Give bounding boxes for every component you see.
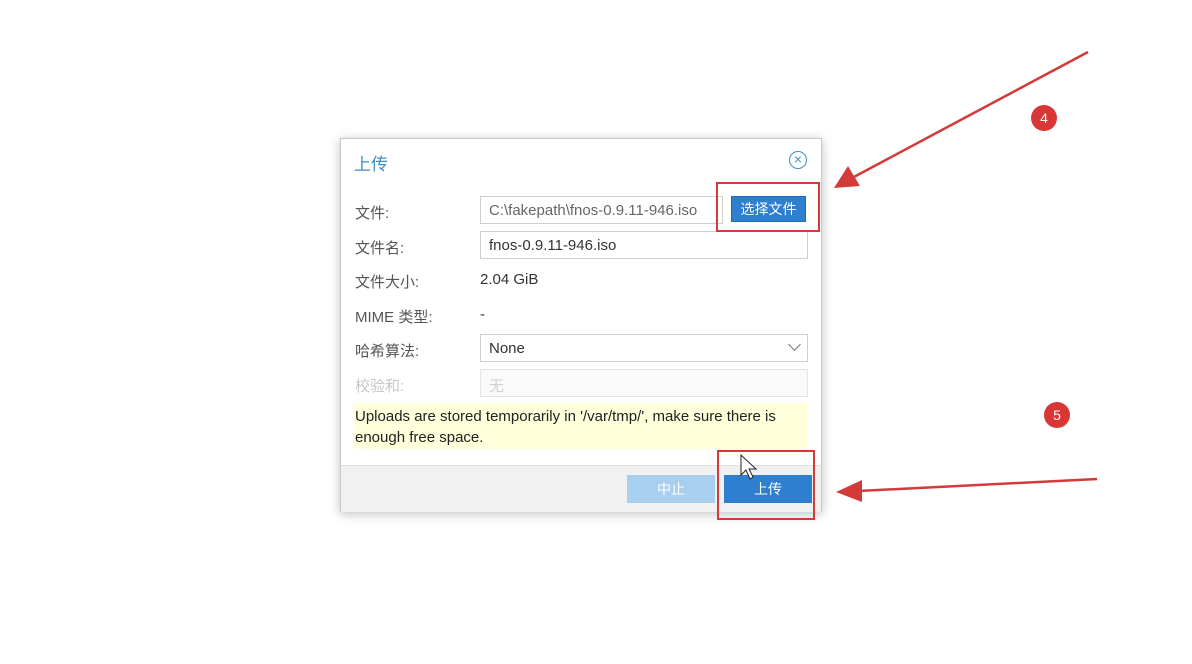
filename-label: 文件名: — [355, 240, 405, 257]
close-icon[interactable]: × — [789, 151, 807, 169]
filesize-row: 文件大小: 2.04 GiB — [355, 265, 810, 293]
hash-label: 哈希算法: — [355, 343, 420, 360]
storage-notice: Uploads are stored temporarily in '/var/… — [353, 403, 807, 449]
file-path-field: C:\fakepath\fnos-0.9.11-946.iso — [480, 196, 723, 224]
step-badge-4: 4 — [1031, 105, 1057, 131]
highlight-box-choose-file — [716, 182, 820, 232]
filename-input[interactable]: fnos-0.9.11-946.iso — [480, 231, 808, 259]
arrow-to-upload — [836, 477, 1098, 502]
hash-algorithm-select[interactable]: None — [480, 334, 808, 362]
abort-button[interactable]: 中止 — [627, 475, 715, 503]
dialog-title: 上传 — [354, 155, 388, 174]
highlight-box-upload — [717, 450, 815, 520]
mime-value: - — [480, 306, 485, 323]
filesize-label: 文件大小: — [355, 274, 420, 291]
step-badge-5: 5 — [1044, 402, 1070, 428]
filesize-value: 2.04 GiB — [480, 271, 539, 288]
mime-row: MIME 类型: - — [355, 300, 810, 328]
filename-row: 文件名: fnos-0.9.11-946.iso — [355, 231, 810, 259]
hash-row: 哈希算法: None — [355, 334, 810, 362]
dialog-titlebar: 上传 × — [341, 139, 821, 181]
chevron-down-icon — [788, 338, 801, 351]
checksum-row: 校验和: 无 — [355, 369, 810, 397]
mime-label: MIME 类型: — [355, 309, 433, 326]
checksum-input: 无 — [480, 369, 808, 397]
file-label: 文件: — [355, 205, 390, 222]
hash-selected-value: None — [489, 340, 525, 357]
checksum-label: 校验和: — [355, 378, 405, 395]
